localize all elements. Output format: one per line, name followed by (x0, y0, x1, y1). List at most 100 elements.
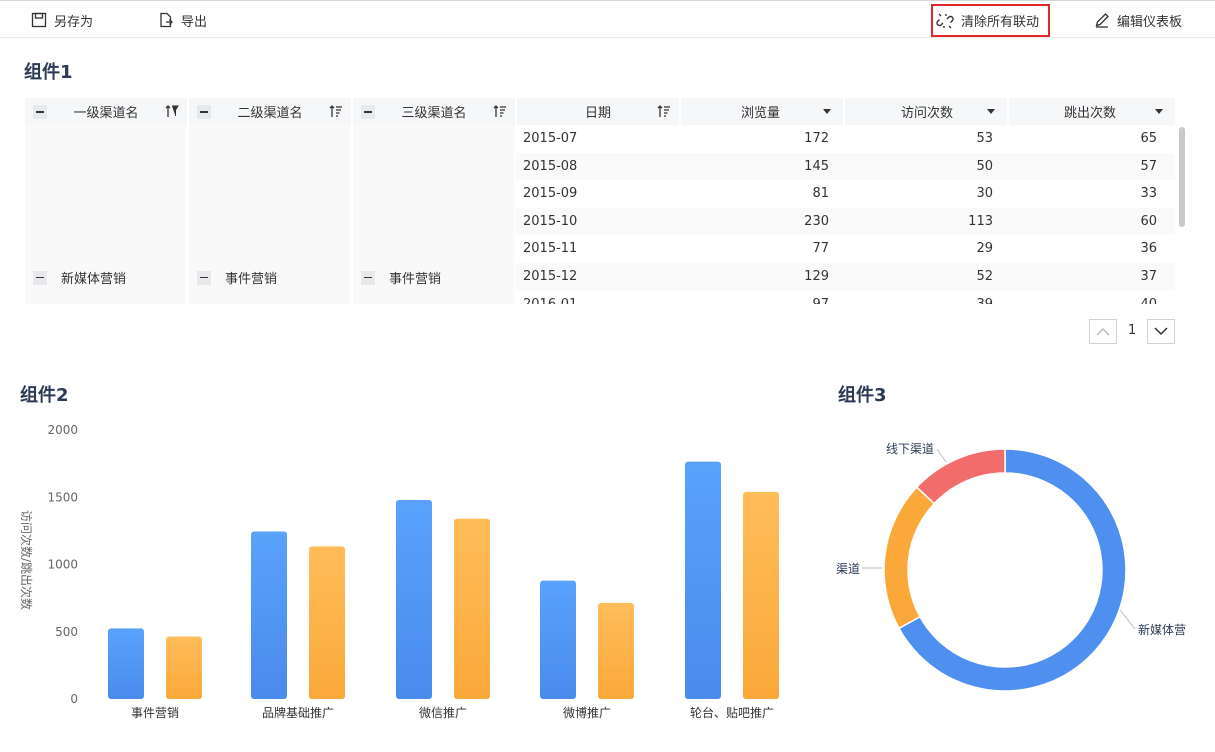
group-label: 新媒体营销 (61, 272, 127, 287)
bar-blue[interactable] (108, 628, 144, 699)
collapse-icon[interactable] (197, 270, 211, 285)
table-row[interactable]: 2015-10 230 113 60 (515, 207, 1175, 236)
table-row[interactable]: 2015-09 81 30 33 (515, 180, 1175, 208)
table-cell-visits: 50 (976, 158, 993, 174)
table-cell-views: 172 (804, 131, 829, 146)
table-row[interactable]: 2015-08 145 50 57 (515, 152, 1175, 181)
table-row[interactable]: 2016-01 97 39 40 (515, 291, 1175, 304)
donut-slice[interactable] (915, 448, 1006, 505)
y-tick-label: 0 (70, 692, 78, 706)
table-cell-bounces: 60 (1140, 213, 1157, 229)
chevron-up-icon (1096, 327, 1110, 336)
table-cell-visits: 53 (976, 131, 993, 146)
table-cell-visits: 52 (976, 269, 993, 284)
table-cell-views: 77 (812, 241, 829, 257)
dropdown-caret-icon[interactable] (1155, 109, 1163, 114)
bar-orange[interactable] (454, 518, 490, 699)
header-date[interactable]: 日期 (517, 98, 679, 125)
y-tick-label: 1000 (47, 558, 78, 572)
clear-all-links-button[interactable]: 清除所有联动 (931, 4, 1050, 37)
page-up-button[interactable] (1089, 319, 1117, 344)
table-row[interactable]: 2015-11 77 29 36 (515, 235, 1175, 263)
header-bounces[interactable]: 跳出次数 (1009, 98, 1175, 125)
header-label: 日期 (584, 106, 611, 121)
table-row[interactable]: 2015-07 172 53 65 (515, 125, 1175, 153)
export-icon (160, 12, 173, 28)
label-line (1119, 609, 1136, 630)
unlink-icon (936, 13, 954, 28)
header-visits[interactable]: 访问次数 (845, 98, 1007, 125)
header-level1-channel[interactable]: 一级渠道名 (25, 98, 187, 125)
table-cell-views: 145 (804, 158, 829, 174)
header-label: 二级渠道名 (237, 106, 303, 121)
edit-dashboard-button[interactable]: 编辑仪表板 (1094, 8, 1182, 32)
bar-orange[interactable] (598, 602, 634, 699)
widget1-title: 组件1 (24, 62, 73, 83)
x-tick-label: 轮台、贴吧推广 (690, 705, 774, 720)
export-button[interactable]: 导出 (158, 8, 207, 32)
group-column-level2: 事件营销 (189, 125, 351, 304)
page-number: 1 (1128, 323, 1137, 338)
save-as-button[interactable]: 另存为 (31, 8, 93, 32)
save-icon (31, 12, 47, 28)
table-cell-bounces: 33 (1140, 186, 1157, 202)
group-label: 事件营销 (389, 272, 442, 287)
sort-icon[interactable] (493, 105, 507, 118)
table-scrollbar[interactable] (1179, 127, 1185, 227)
table-cell-visits: 29 (976, 241, 993, 257)
group-column-level1: 新媒体营销 (25, 125, 187, 304)
donut-chart: 新媒体营 渠道 线下渠道 (836, 442, 1186, 692)
bar-orange[interactable] (309, 546, 345, 699)
table-cell-views: 97 (681, 291, 829, 304)
header-label: 浏览量 (741, 106, 781, 121)
header-label: 访问次数 (901, 106, 954, 121)
y-tick-label: 2000 (47, 423, 78, 437)
bar-blue[interactable] (251, 531, 287, 699)
group-cell[interactable]: 事件营销 (361, 268, 441, 287)
x-tick-label: 品牌基础推广 (262, 706, 334, 720)
table-cell-date: 2015-12 (523, 269, 578, 284)
collapse-icon[interactable] (361, 270, 375, 285)
group-cell[interactable]: 新媒体营销 (33, 268, 126, 287)
group-column-level3: 事件营销 (353, 125, 515, 304)
y-tick-label: 1500 (47, 490, 78, 504)
sort-icon[interactable] (657, 105, 671, 118)
bar-blue[interactable] (685, 461, 721, 699)
bar-orange[interactable] (743, 491, 779, 699)
collapse-icon[interactable] (33, 270, 47, 285)
group-cell[interactable]: 事件营销 (197, 268, 277, 287)
table-cell-views: 81 (812, 186, 829, 202)
x-tick-label: 微博推广 (563, 705, 611, 720)
chevron-down-icon (1154, 327, 1168, 336)
clear-all-links-label: 清除所有联动 (961, 15, 1040, 30)
slice-label: 线下渠道 (886, 442, 934, 456)
table-cell-bounces: 36 (1140, 241, 1157, 257)
header-label: 跳出次数 (1064, 106, 1117, 121)
table-cell-bounces: 65 (1140, 131, 1157, 146)
pencil-icon (1095, 13, 1109, 28)
slice-label: 渠道 (836, 562, 860, 576)
table-cell-views: 129 (804, 269, 829, 284)
page-down-button[interactable] (1147, 319, 1175, 344)
table-cell-date: 2015-07 (523, 131, 578, 146)
export-label: 导出 (181, 14, 208, 30)
dropdown-caret-icon[interactable] (823, 109, 831, 114)
bar-chart: 2000 1500 1000 500 0 访问次数/跳出次数事件营销 品牌基础推广 微信推广 微… (19, 423, 779, 720)
table-cell-date: 2015-11 (523, 241, 578, 257)
bar-blue[interactable] (540, 580, 576, 699)
dropdown-caret-icon[interactable] (987, 109, 995, 114)
header-level3-channel[interactable]: 三级渠道名 (353, 98, 515, 125)
table-cell-date: 2016-01 (523, 291, 673, 304)
table-cell-visits: 30 (976, 186, 993, 202)
sort-icon[interactable] (329, 105, 343, 118)
table-row[interactable]: 2015-12 129 52 37 (515, 263, 1175, 291)
bar-orange[interactable] (166, 636, 202, 699)
label-line (936, 448, 947, 463)
table-cell-date: 2015-08 (523, 158, 578, 174)
header-page-views[interactable]: 浏览量 (681, 98, 843, 125)
header-level2-channel[interactable]: 二级渠道名 (189, 98, 351, 125)
donut-slice[interactable] (883, 486, 936, 630)
bar-blue[interactable] (396, 499, 432, 699)
widget3-title: 组件3 (838, 385, 887, 406)
sort-filter-icon[interactable] (165, 105, 179, 118)
